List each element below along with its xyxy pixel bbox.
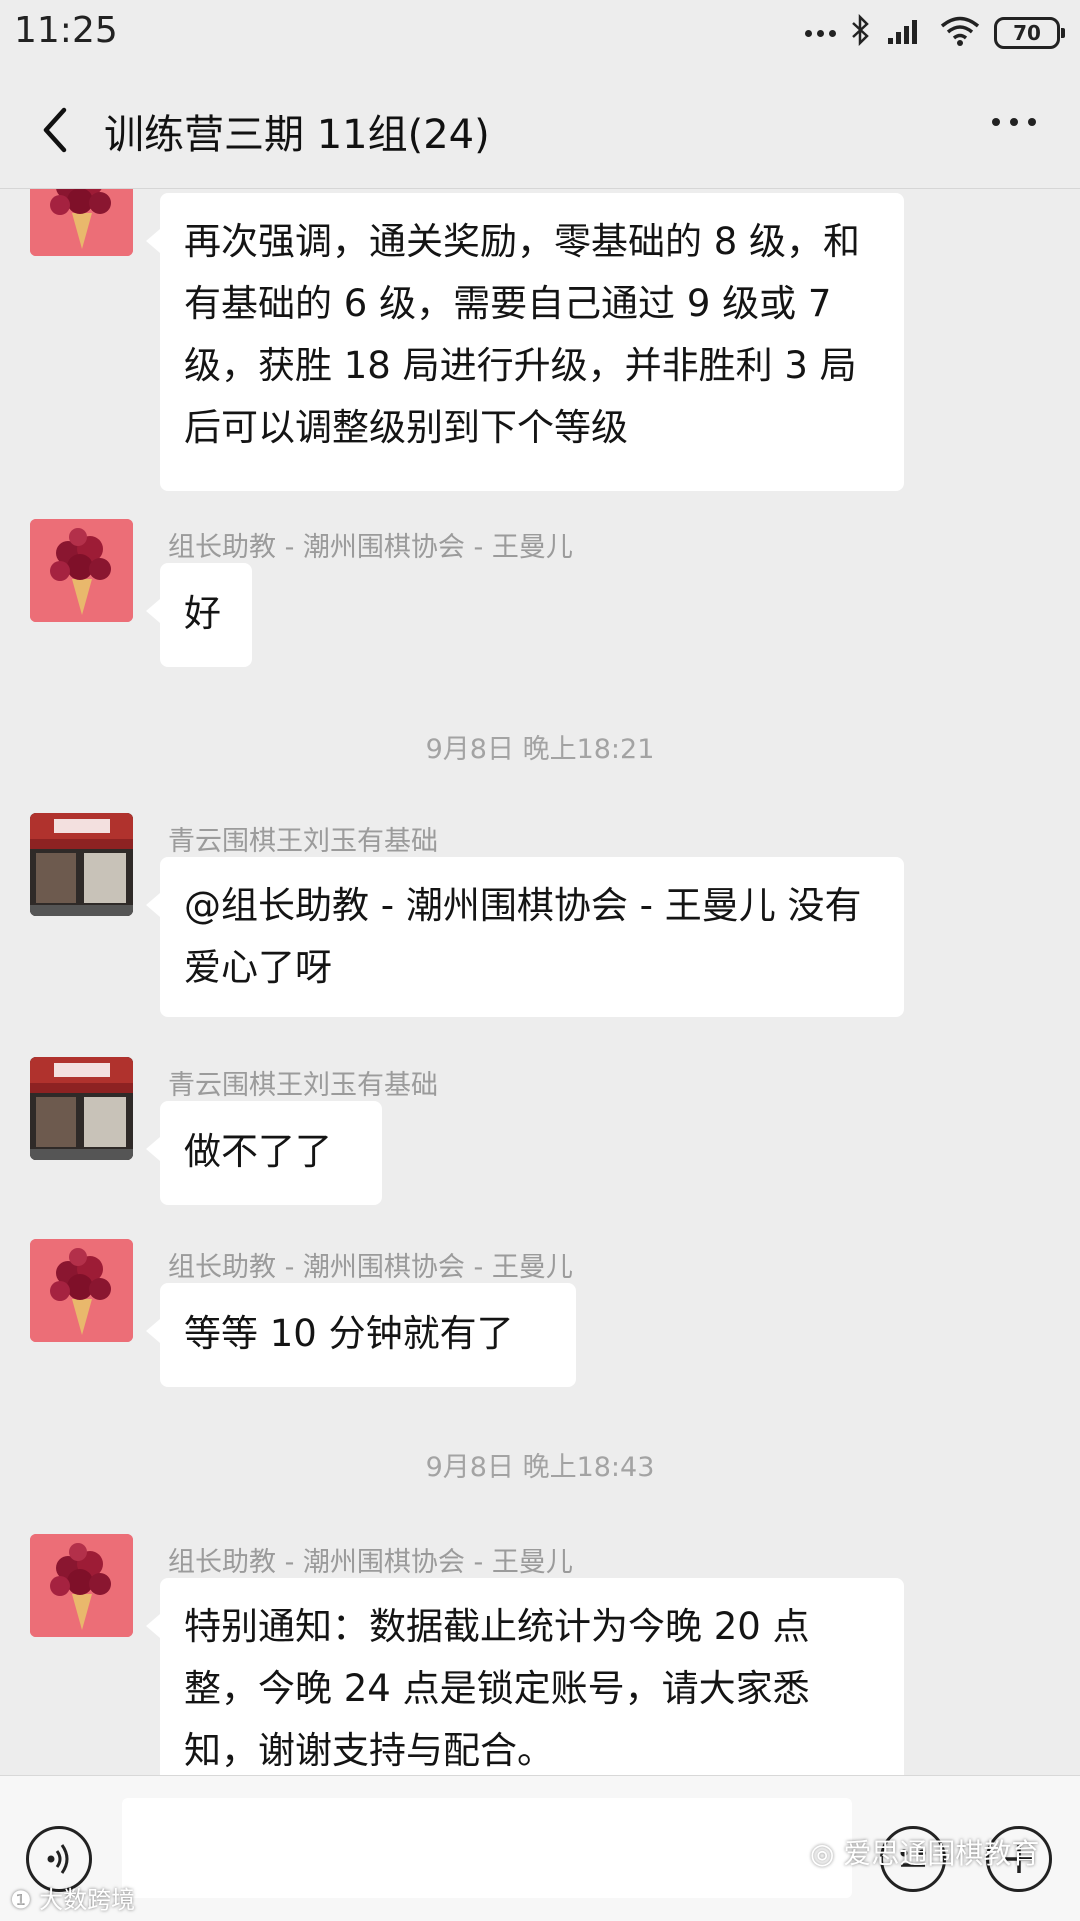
- message-text: 再次强调，通关奖励，零基础的 8 级，和有基础的 6 级，需要自己通过 9 级或…: [184, 220, 861, 449]
- notification-dots-icon: [805, 29, 836, 37]
- status-icons: 70: [805, 13, 1065, 52]
- sender-name: 青云围棋王刘玉有基础: [168, 1070, 438, 1101]
- timestamp: 9月8日 晚上18:21: [425, 734, 655, 765]
- sender-name: 组长助教 - 潮州围棋协会 - 王曼儿: [168, 1547, 573, 1578]
- message-text: 好: [184, 592, 221, 635]
- chevron-left-icon: [43, 107, 67, 153]
- avatar[interactable]: [30, 1534, 133, 1637]
- message-text: 等等 10 分钟就有了: [184, 1312, 514, 1355]
- avatar[interactable]: [30, 189, 133, 256]
- timestamp: 9月8日 晚上18:43: [425, 1452, 655, 1483]
- avatar[interactable]: [30, 519, 133, 622]
- status-time: 11:25: [14, 10, 118, 51]
- message-input[interactable]: [122, 1798, 852, 1898]
- watermark-text: 爱思通围棋教育: [843, 1837, 1040, 1870]
- message-text: 做不了了: [184, 1130, 332, 1173]
- sender-name: 青云围棋王刘玉有基础: [168, 826, 438, 857]
- message-bubble[interactable]: 做不了了: [146, 1101, 382, 1205]
- wifi-icon: [940, 15, 980, 51]
- status-bar: 11:25 70: [0, 0, 1080, 70]
- message-bubble[interactable]: 等等 10 分钟就有了: [146, 1283, 576, 1387]
- signal-icon: [886, 16, 926, 50]
- sender-name: 组长助教 - 潮州围棋协会 - 王曼儿: [168, 532, 573, 563]
- message-text: @组长助教 - 潮州围棋协会 - 王曼儿 没有爱心了呀: [184, 884, 862, 989]
- watermark-text: 大数跨境: [39, 1886, 136, 1914]
- avatar[interactable]: [30, 813, 133, 916]
- bluetooth-icon: [850, 13, 872, 52]
- back-button[interactable]: [30, 100, 90, 160]
- more-options-button[interactable]: [992, 118, 1036, 126]
- input-bar: ◎ 爱思通围棋教育 ❶ 大数跨境: [0, 1775, 1080, 1921]
- watermark-right: ◎ 爱思通围棋教育: [810, 1832, 1039, 1872]
- sender-name: 组长助教 - 潮州围棋协会 - 王曼儿: [168, 1252, 573, 1283]
- watermark-logo-icon: ❶: [10, 1886, 40, 1914]
- chat-title: 训练营三期 11组(24): [104, 112, 490, 158]
- avatar[interactable]: [30, 1239, 133, 1342]
- message-bubble[interactable]: @组长助教 - 潮州围棋协会 - 王曼儿 没有爱心了呀: [146, 857, 904, 1017]
- battery-indicator: 70: [994, 17, 1065, 49]
- wechat-logo-icon: ◎: [810, 1837, 844, 1870]
- message-bubble[interactable]: 再次强调，通关奖励，零基础的 8 级，和有基础的 6 级，需要自己通过 9 级或…: [146, 193, 904, 491]
- message-bubble[interactable]: 特别通知：数据截止统计为今晚 20 点整，今晚 24 点是锁定账号，请大家悉知，…: [146, 1578, 904, 1775]
- message-list[interactable]: 再次强调，通关奖励，零基础的 8 级，和有基础的 6 级，需要自己通过 9 级或…: [0, 189, 1080, 1775]
- avatar[interactable]: [30, 1057, 133, 1160]
- watermark-left: ❶ 大数跨境: [10, 1880, 135, 1915]
- message-text: 特别通知：数据截止统计为今晚 20 点整，今晚 24 点是锁定账号，请大家悉知，…: [184, 1605, 810, 1772]
- chat-header: 训练营三期 11组(24): [0, 70, 1080, 189]
- message-bubble[interactable]: 好: [146, 563, 252, 667]
